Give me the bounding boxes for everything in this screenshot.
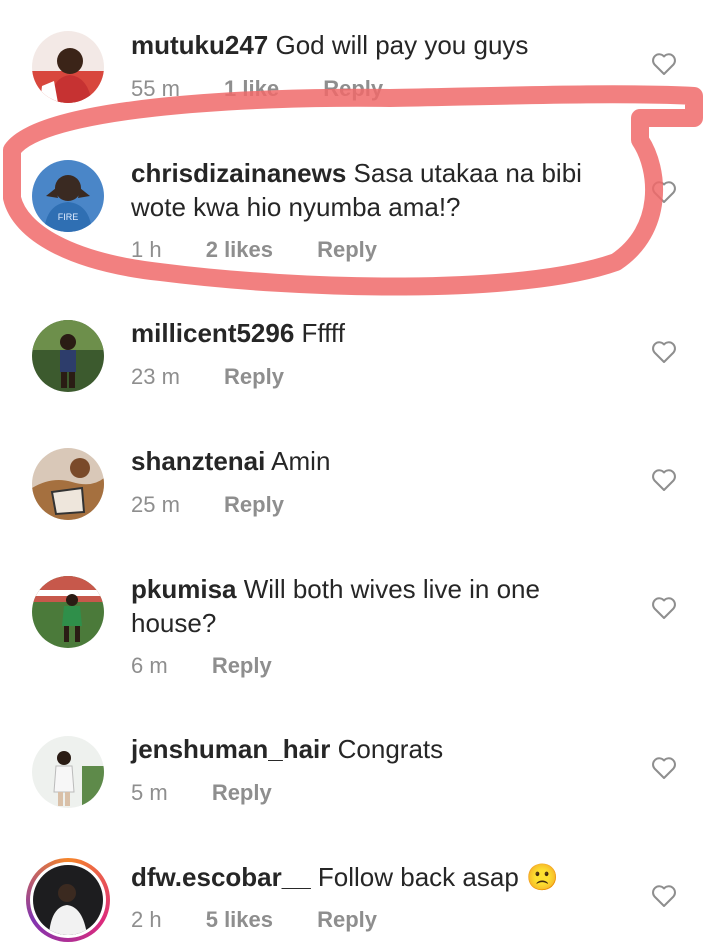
avatar[interactable] <box>32 448 104 520</box>
comment-text: Congrats <box>337 734 444 764</box>
story-ring[interactable] <box>26 858 110 942</box>
heart-outline-icon[interactable] <box>651 596 677 620</box>
comment-time: 5 m <box>131 780 168 805</box>
avatar-shirt-text: FIRE <box>58 212 79 222</box>
comment-text: Amin <box>271 446 331 476</box>
comment-time: 6 m <box>131 653 168 678</box>
comment-username[interactable]: jenshuman_hair <box>131 734 330 764</box>
heart-outline-icon[interactable] <box>651 52 677 76</box>
reply-button[interactable]: Reply <box>323 76 383 102</box>
heart-outline-icon[interactable] <box>651 756 677 780</box>
reply-button[interactable]: Reply <box>317 907 377 933</box>
reply-button[interactable]: Reply <box>224 492 284 518</box>
avatar[interactable] <box>33 865 103 935</box>
reply-button[interactable]: Reply <box>224 364 284 390</box>
comment-username[interactable]: pkumisa <box>131 574 237 604</box>
avatar[interactable] <box>32 320 104 392</box>
comment-time: 1 h <box>131 237 162 262</box>
avatar[interactable] <box>32 736 104 808</box>
heart-outline-icon[interactable] <box>651 340 677 364</box>
comment-likes[interactable]: 2 likes <box>206 237 273 263</box>
heart-outline-icon[interactable] <box>651 180 677 204</box>
comment-time: 2 h <box>131 907 162 932</box>
heart-outline-icon[interactable] <box>651 884 677 908</box>
reply-button[interactable]: Reply <box>317 237 377 263</box>
comment-username[interactable]: chrisdizainanews <box>131 158 346 188</box>
heart-outline-icon[interactable] <box>651 468 677 492</box>
comment-text: Fffff <box>301 318 345 348</box>
comment-username[interactable]: mutuku247 <box>131 30 268 60</box>
comment-time: 23 m <box>131 364 180 389</box>
comment-time: 25 m <box>131 492 180 517</box>
comment-text: Follow back asap 🙁 <box>317 862 559 892</box>
avatar[interactable] <box>32 576 104 648</box>
comment-username[interactable]: millicent5296 <box>131 318 294 348</box>
avatar[interactable] <box>32 31 104 103</box>
reply-button[interactable]: Reply <box>212 653 272 679</box>
avatar[interactable]: FIRE <box>32 160 104 232</box>
comment-username[interactable]: dfw.escobar__ <box>131 862 311 892</box>
comment-text: God will pay you guys <box>275 30 529 60</box>
reply-button[interactable]: Reply <box>212 780 272 806</box>
comment-likes[interactable]: 1 like <box>224 76 279 102</box>
comment-likes[interactable]: 5 likes <box>206 907 273 933</box>
comment-time: 55 m <box>131 76 180 101</box>
comment-username[interactable]: shanztenai <box>131 446 265 476</box>
